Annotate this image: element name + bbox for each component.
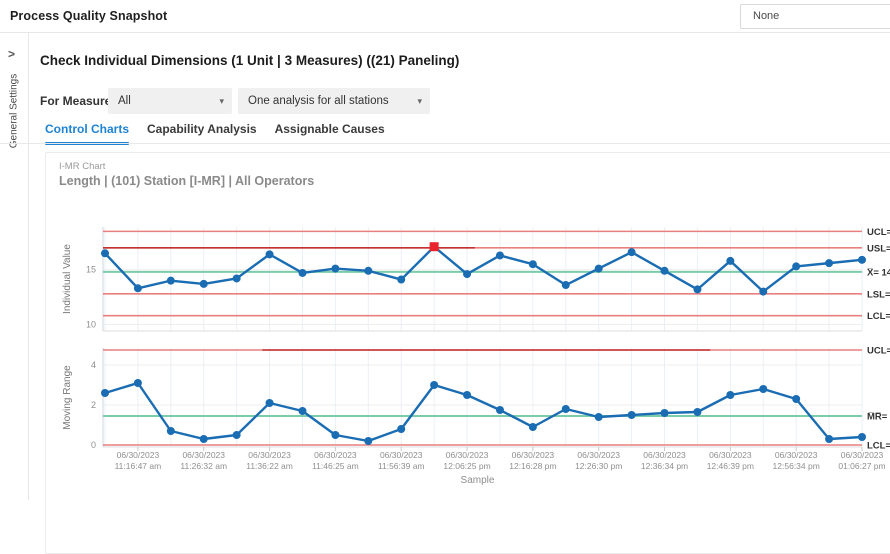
top-bar: Process Quality Snapshot None (0, 0, 890, 33)
chart-type-label: I-MR Chart (59, 161, 105, 172)
tab-strip-divider (0, 143, 890, 144)
general-settings-label: General Settings (9, 74, 20, 149)
tab-assignable-causes[interactable]: Assignable Causes (275, 122, 385, 145)
chart-card: I-MR Chart Length | (101) Station [I-MR]… (45, 152, 890, 554)
chevron-down-icon: ▾ (417, 88, 422, 114)
measure-select[interactable]: All ▾ (108, 88, 232, 114)
measure-select-value: All (118, 95, 131, 107)
none-dropdown[interactable]: None (740, 4, 890, 29)
app-title: Process Quality Snapshot (10, 9, 167, 23)
for-measure-label: For Measure: (40, 94, 115, 108)
page-title: Check Individual Dimensions (1 Unit | 3 … (40, 53, 459, 68)
chevron-down-icon: ▾ (219, 88, 224, 114)
chart-subtitle: Length | (101) Station [I-MR] | All Oper… (59, 174, 314, 188)
general-settings-rail[interactable]: > General Settings (0, 33, 29, 500)
tab-strip: Control Charts Capability Analysis Assig… (45, 122, 385, 145)
tab-capability-analysis[interactable]: Capability Analysis (147, 122, 257, 145)
analysis-select-value: One analysis for all stations (248, 95, 389, 107)
expand-panel-chevron-icon[interactable]: > (8, 47, 15, 61)
analysis-select[interactable]: One analysis for all stations ▾ (238, 88, 430, 114)
main-layout: > General Settings Check Individual Dime… (0, 33, 890, 500)
tab-control-charts[interactable]: Control Charts (45, 122, 129, 145)
